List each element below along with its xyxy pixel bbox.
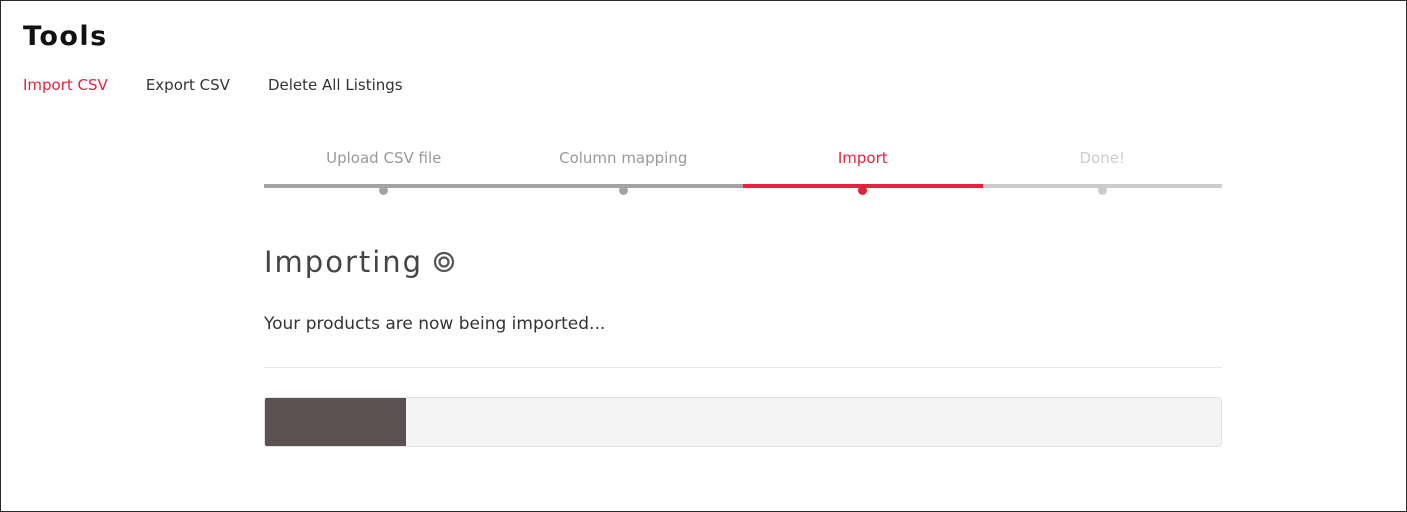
spinner-icon (433, 251, 455, 273)
tools-panel: Tools Import CSV Export CSV Delete All L… (0, 0, 1407, 512)
import-heading: Importing (264, 245, 424, 279)
step-label: Upload CSV file (326, 149, 442, 167)
step-done: Done! (982, 146, 1222, 196)
step-dot (1097, 186, 1107, 195)
import-heading-row: Importing (264, 245, 455, 279)
step-label: Done! (1079, 149, 1125, 167)
step-dot (618, 186, 628, 195)
step-dot (379, 186, 389, 195)
step-column-mapping: Column mapping (503, 146, 743, 196)
import-status-message: Your products are now being imported... (264, 314, 606, 334)
import-progress-bar (264, 397, 1222, 447)
tab-export-csv[interactable]: Export CSV (146, 76, 230, 94)
tool-tabs: Import CSV Export CSV Delete All Listing… (23, 76, 441, 94)
step-label: Import (837, 149, 888, 167)
step-label: Column mapping (559, 149, 688, 167)
import-progress-fill (265, 398, 407, 446)
step-import: Import (743, 146, 983, 196)
tab-delete-all-listings[interactable]: Delete All Listings (268, 76, 403, 94)
page-title: Tools (23, 21, 108, 52)
step-upload-csv-file: Upload CSV file (264, 146, 504, 196)
tab-import-csv[interactable]: Import CSV (23, 76, 108, 94)
step-dot (858, 186, 868, 195)
import-wizard-steps: Upload CSV file Column mapping Import Do… (264, 146, 1222, 196)
divider (264, 367, 1222, 368)
